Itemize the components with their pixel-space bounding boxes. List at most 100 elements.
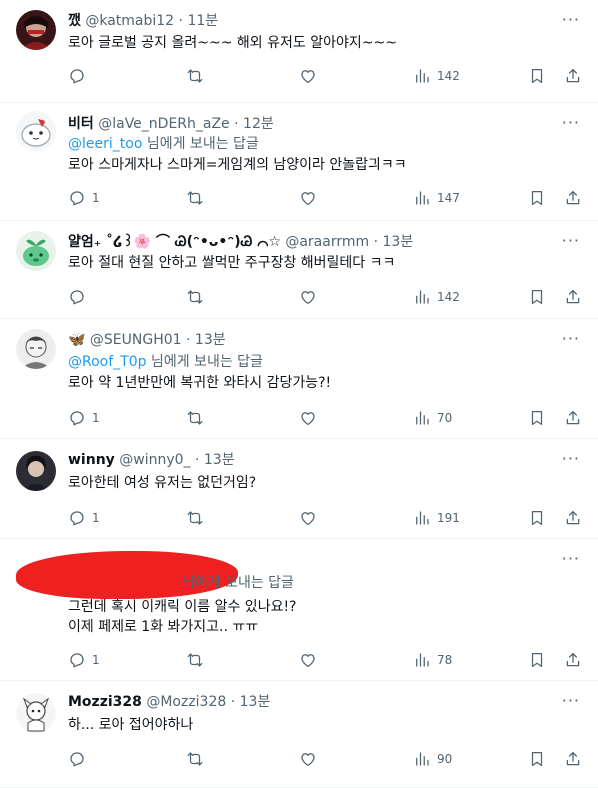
like-button[interactable]: [299, 287, 317, 307]
user-handle[interactable]: @katmabi12: [85, 13, 174, 29]
user-handle[interactable]: @Mozzi328: [146, 694, 226, 710]
reply-label: 님에게 보내는 답글: [182, 575, 294, 591]
bookmark-button[interactable]: [528, 188, 546, 208]
timestamp[interactable]: 13분: [195, 332, 226, 348]
reply-button[interactable]: 1: [68, 650, 100, 670]
display-name[interactable]: 비터: [68, 116, 94, 132]
avatar[interactable]: [16, 10, 56, 50]
like-button[interactable]: [299, 66, 317, 86]
bookmark-button[interactable]: [528, 508, 546, 528]
views-count: 147: [437, 191, 460, 205]
like-icon: [299, 509, 317, 527]
more-options-icon[interactable]: ···: [562, 549, 580, 568]
retweet-button[interactable]: [186, 508, 204, 528]
tweet-text-line: 그런데 혹시 이캐릭 이름 알수 있나요!?: [68, 599, 297, 615]
views-count: 78: [437, 653, 453, 667]
like-button[interactable]: [299, 408, 317, 428]
retweet-button[interactable]: [186, 749, 204, 769]
share-button[interactable]: [564, 287, 582, 307]
tweet-item[interactable]: ··· 님에게 보내는 답글 그런데 혹시 이캐릭 이름 알수 있나요!? 이제…: [0, 539, 598, 681]
more-options-icon[interactable]: ···: [562, 113, 580, 132]
bookmark-icon: [528, 651, 546, 669]
share-button[interactable]: [564, 408, 582, 428]
tweet-actions: 1 78: [68, 650, 584, 670]
tweet-text-line: 로아한테 여성 유저는 없던거임?: [68, 475, 257, 491]
reply-button[interactable]: [68, 287, 92, 307]
share-icon: [564, 509, 582, 527]
reply-mention-link[interactable]: @Roof_T0p: [68, 354, 147, 370]
display-name[interactable]: 얄엄₊ ˚໒꒱🌸 ⌒ Ꮚ(ᵔ•ᴗ•ᵔ)Ꮚ ⌒☆: [68, 234, 281, 250]
reply-button[interactable]: 1: [68, 508, 100, 528]
timestamp[interactable]: 12분: [243, 116, 274, 132]
bookmark-icon: [528, 288, 546, 306]
tweet-item[interactable]: 얄엄₊ ˚໒꒱🌸 ⌒ Ꮚ(ᵔ•ᴗ•ᵔ)Ꮚ ⌒☆ @araarrmm · 13분 …: [0, 221, 598, 319]
tweet-item[interactable]: 비터 @laVe_nDERh_aZe · 12분 ··· @leeri_too …: [0, 103, 598, 221]
more-options-icon[interactable]: ···: [562, 449, 580, 468]
bookmark-icon: [528, 67, 546, 85]
share-button[interactable]: [564, 508, 582, 528]
timestamp[interactable]: 11분: [187, 13, 218, 29]
avatar[interactable]: [16, 329, 56, 369]
display-name[interactable]: 깼: [68, 13, 81, 29]
display-name[interactable]: 🦋: [68, 332, 85, 348]
more-options-icon[interactable]: ···: [562, 10, 580, 29]
retweet-button[interactable]: [186, 408, 204, 428]
views-button[interactable]: 191: [413, 508, 460, 528]
user-handle[interactable]: @winny0_: [119, 452, 190, 468]
share-button[interactable]: [564, 749, 582, 769]
like-button[interactable]: [299, 188, 317, 208]
more-options-icon[interactable]: ···: [562, 329, 580, 348]
tweet-actions: 1 191: [68, 508, 584, 528]
timestamp[interactable]: 13분: [240, 694, 271, 710]
bookmark-button[interactable]: [528, 749, 546, 769]
display-name[interactable]: Mozzi328: [68, 694, 142, 710]
views-button[interactable]: 142: [413, 66, 460, 86]
retweet-button[interactable]: [186, 650, 204, 670]
tweet-item[interactable]: 깼 @katmabi12 · 11분 ··· 로아 글로벌 공지 올려~~~ 해…: [0, 0, 598, 103]
user-handle[interactable]: @laVe_nDERh_aZe: [98, 116, 229, 132]
views-button[interactable]: 70: [413, 408, 452, 428]
share-icon: [564, 189, 582, 207]
views-button[interactable]: 90: [413, 749, 452, 769]
avatar[interactable]: [16, 451, 56, 491]
more-options-icon[interactable]: ···: [562, 231, 580, 250]
views-button[interactable]: 78: [413, 650, 452, 670]
bookmark-button[interactable]: [528, 287, 546, 307]
timestamp[interactable]: 13분: [383, 234, 414, 250]
separator-dot: ·: [230, 694, 236, 710]
tweet-text: 로아한테 여성 유저는 없던거임?: [68, 473, 256, 493]
avatar[interactable]: [16, 693, 56, 733]
tweet-actions: 1 70: [68, 408, 584, 428]
user-handle[interactable]: @araarrmm: [285, 234, 369, 250]
avatar[interactable]: [16, 231, 56, 271]
timestamp[interactable]: 13분: [204, 452, 235, 468]
views-button[interactable]: 142: [413, 287, 460, 307]
like-button[interactable]: [299, 650, 317, 670]
bookmark-icon: [528, 750, 546, 768]
share-button[interactable]: [564, 66, 582, 86]
more-options-icon[interactable]: ···: [562, 691, 580, 710]
display-name[interactable]: winny: [68, 452, 115, 468]
bookmark-button[interactable]: [528, 650, 546, 670]
user-handle[interactable]: @SEUNGH01: [90, 332, 182, 348]
retweet-button[interactable]: [186, 287, 204, 307]
tweet-item[interactable]: 🦋 @SEUNGH01 · 13분 ··· @Roof_T0p 님에게 보내는 …: [0, 319, 598, 439]
views-button[interactable]: 147: [413, 188, 460, 208]
share-button[interactable]: [564, 188, 582, 208]
bookmark-button[interactable]: [528, 408, 546, 428]
like-button[interactable]: [299, 749, 317, 769]
reply-mention-link[interactable]: @leeri_too: [68, 136, 142, 152]
retweet-button[interactable]: [186, 188, 204, 208]
tweet-item[interactable]: winny @winny0_ · 13분 ··· 로아한테 여성 유저는 없던거…: [0, 439, 598, 539]
like-button[interactable]: [299, 508, 317, 528]
avatar[interactable]: [16, 111, 56, 151]
reply-button[interactable]: [68, 749, 92, 769]
retweet-button[interactable]: [186, 66, 204, 86]
tweet-text-line: 로아 글로벌 공지 올려~~~ 해외 유저도 알아야지~~~: [68, 35, 397, 51]
bookmark-button[interactable]: [528, 66, 546, 86]
share-button[interactable]: [564, 650, 582, 670]
tweet-item[interactable]: Mozzi328 @Mozzi328 · 13분 ··· 하... 로아 접어야…: [0, 681, 598, 788]
reply-button[interactable]: 1: [68, 408, 100, 428]
reply-button[interactable]: [68, 66, 92, 86]
reply-button[interactable]: 1: [68, 188, 100, 208]
